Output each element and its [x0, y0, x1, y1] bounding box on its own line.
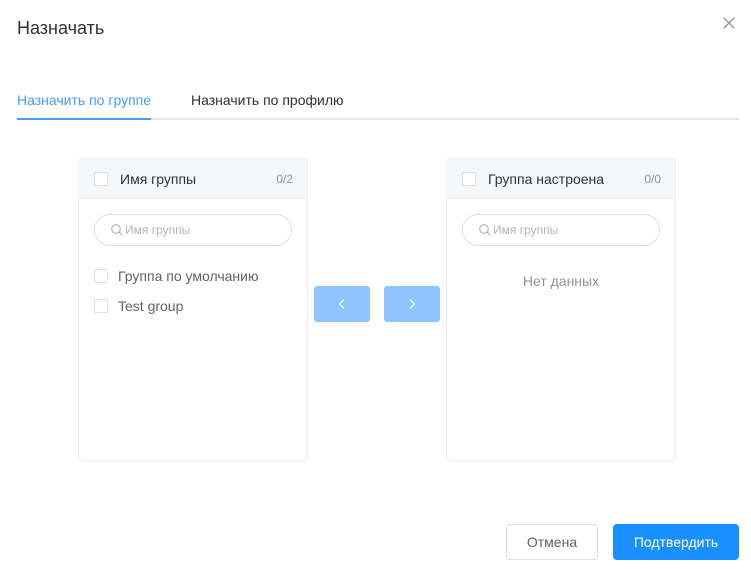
source-select-all-checkbox[interactable]	[94, 172, 108, 186]
assign-dialog: Назначать Назначить по группе Назначить …	[0, 0, 751, 569]
source-panel: Имя группы 0/2 Группа по умолчанию Test …	[78, 158, 308, 461]
source-panel-header: Имя группы 0/2	[79, 159, 307, 199]
search-icon	[110, 223, 124, 237]
empty-state-text: Нет данных	[522, 273, 600, 289]
dialog-title: Назначать	[17, 18, 105, 38]
tab-bar: Назначить по группе Назначить по профилю	[17, 88, 739, 120]
confirm-button[interactable]: Подтвердить	[613, 524, 739, 560]
target-select-all-checkbox[interactable]	[462, 172, 476, 186]
list-item[interactable]: Test group	[79, 291, 307, 321]
move-to-left-button[interactable]	[314, 286, 370, 322]
cancel-button[interactable]: Отмена	[506, 524, 598, 560]
target-panel: Группа настроена 0/0 Нет данных	[446, 158, 676, 461]
source-search-box	[94, 214, 292, 246]
chevron-left-icon	[338, 299, 345, 309]
list-item-label: Test group	[118, 298, 184, 314]
target-search-box	[462, 214, 660, 246]
target-panel-header: Группа настроена 0/0	[447, 159, 675, 199]
chevron-right-icon	[409, 299, 416, 309]
source-panel-title: Имя группы	[120, 171, 197, 187]
source-panel-count: 0/2	[276, 172, 293, 186]
list-item-checkbox[interactable]	[94, 269, 108, 283]
target-search-input[interactable]	[493, 215, 653, 245]
close-icon[interactable]	[721, 15, 737, 31]
source-search-input[interactable]	[125, 215, 285, 245]
move-to-right-button[interactable]	[384, 286, 440, 322]
list-item-label: Группа по умолчанию	[118, 268, 259, 284]
target-panel-title: Группа настроена	[488, 171, 605, 187]
target-panel-count: 0/0	[644, 172, 661, 186]
tab-assign-by-profile[interactable]: Назначить по профилю	[191, 88, 344, 118]
list-item[interactable]: Группа по умолчанию	[79, 261, 307, 291]
tab-assign-by-group[interactable]: Назначить по группе	[17, 88, 151, 118]
tab-active-indicator	[17, 118, 151, 120]
source-list: Группа по умолчанию Test group	[79, 261, 307, 321]
list-item-checkbox[interactable]	[94, 299, 108, 313]
search-icon	[478, 223, 492, 237]
